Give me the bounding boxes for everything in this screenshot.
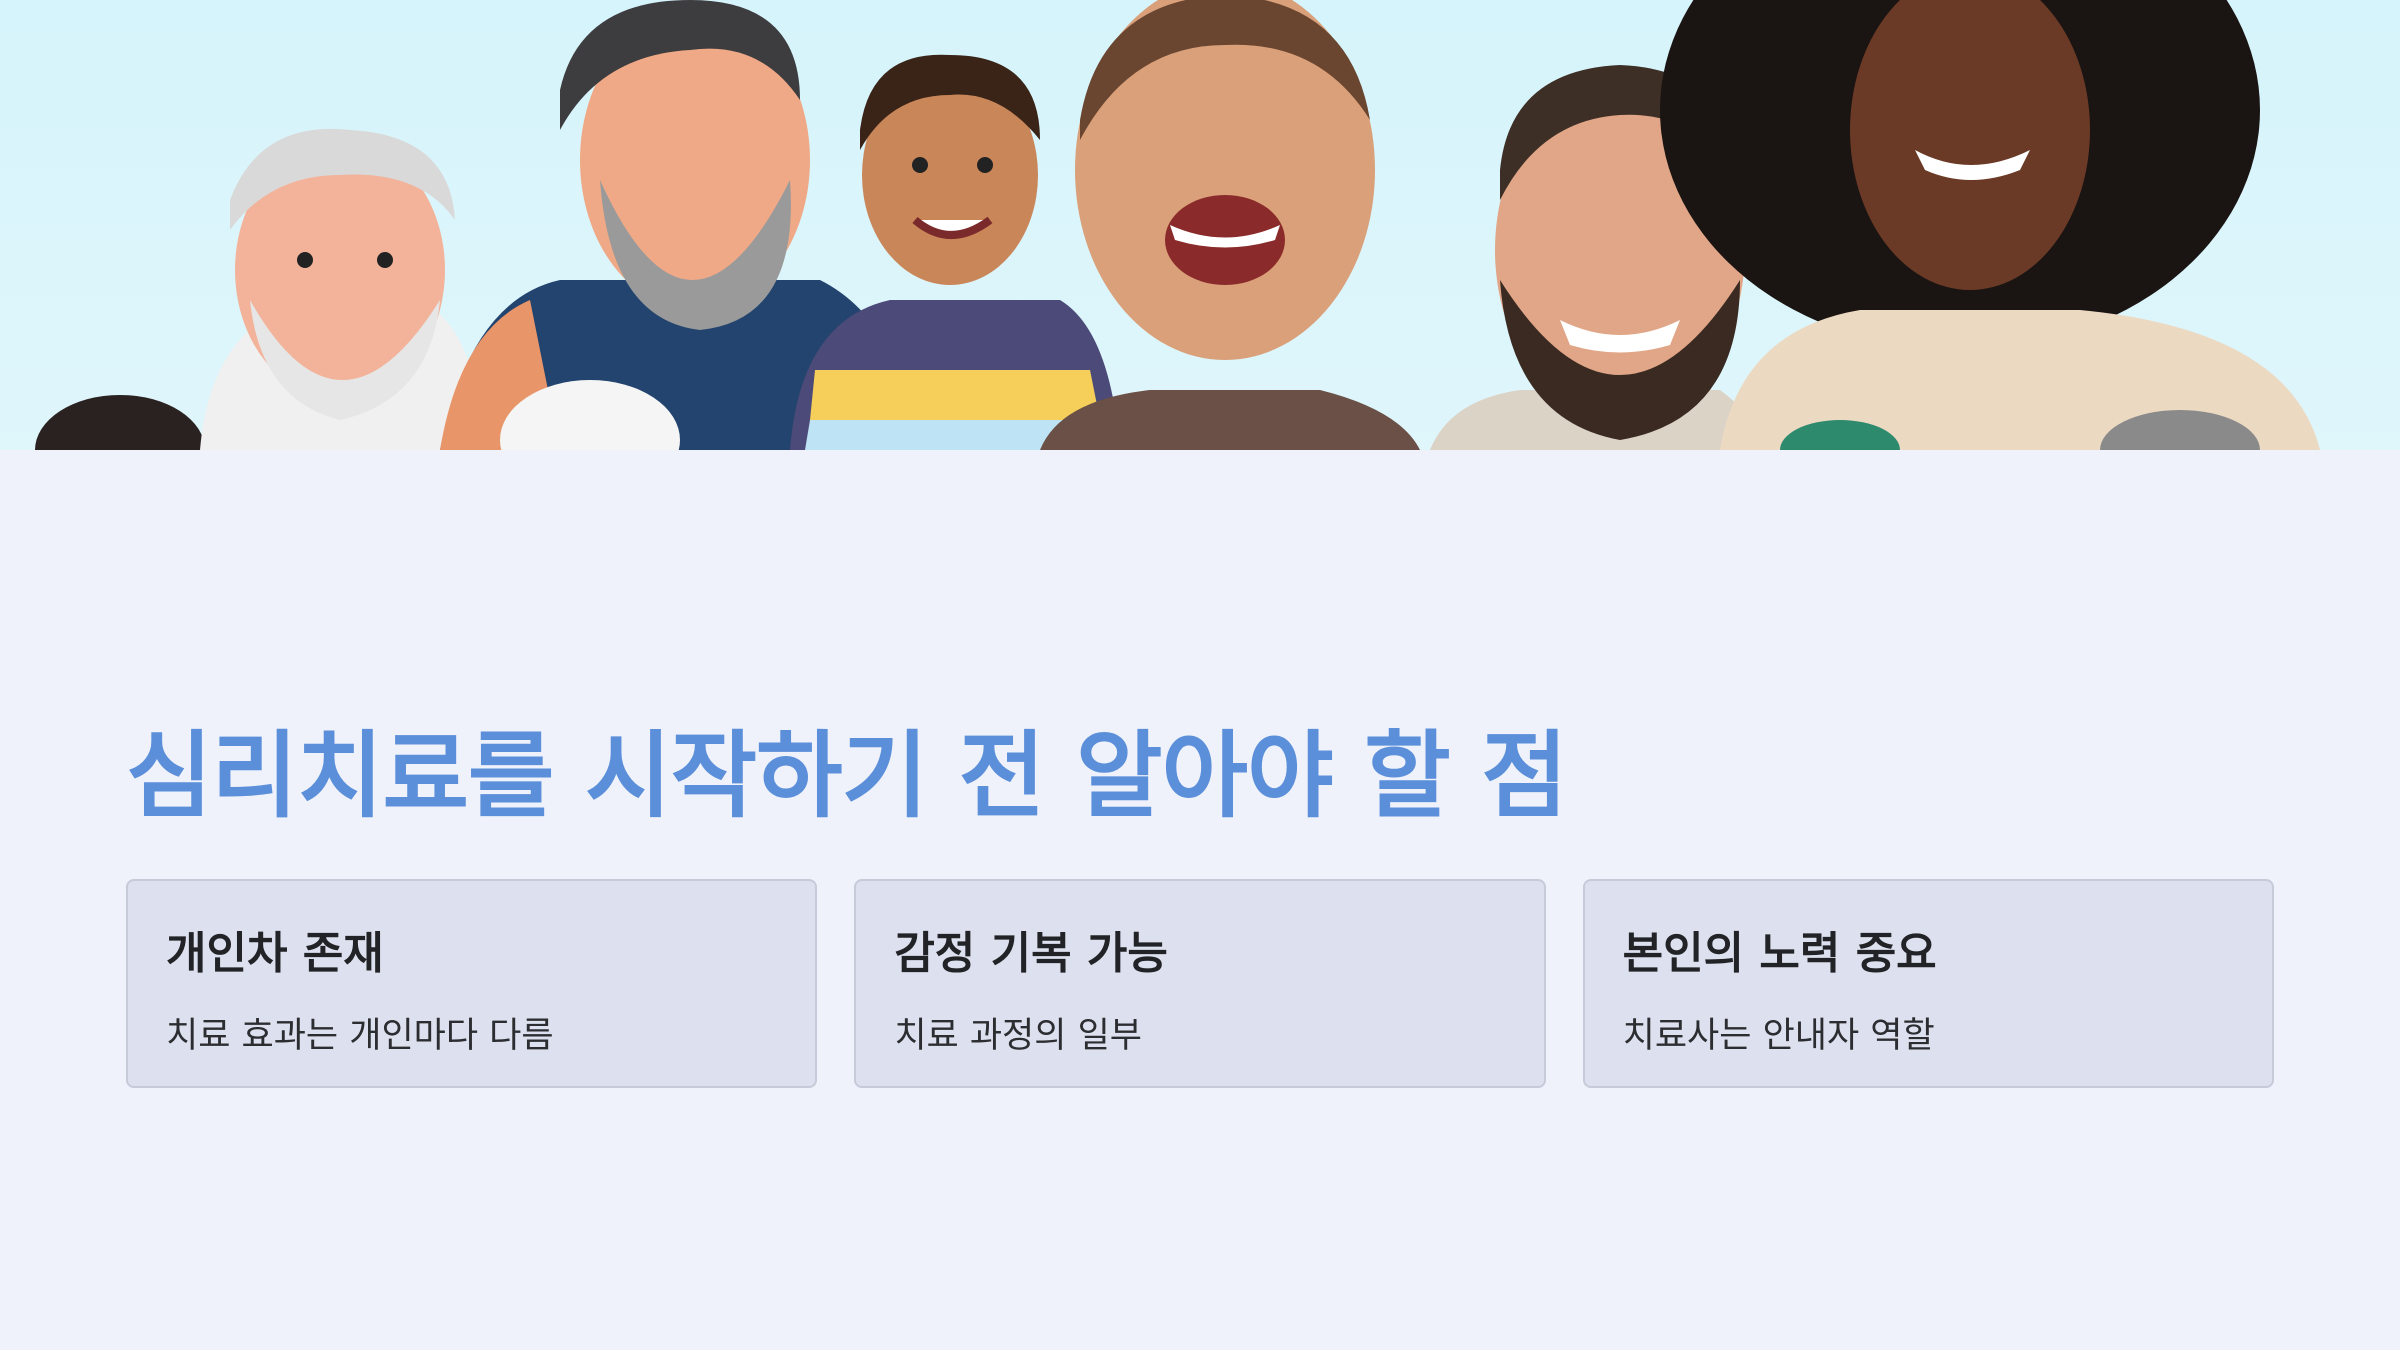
page-title: 심리치료를 시작하기 전 알아야 할 점 [126, 722, 1568, 831]
card-emotional-fluctuation: 감정 기복 가능 치료 과정의 일부 [854, 879, 1546, 1088]
card-individual-difference: 개인차 존재 치료 효과는 개인마다 다름 [126, 879, 818, 1088]
group-of-people-icon [35, 0, 2320, 450]
people-banner-image [0, 0, 2400, 450]
card-title: 개인차 존재 [166, 928, 384, 979]
card-row: 개인차 존재 치료 효과는 개인마다 다름 감정 기복 가능 치료 과정의 일부… [126, 879, 2274, 1088]
card-personal-effort: 본인의 노력 중요 치료사는 안내자 역할 [1582, 879, 2274, 1088]
card-title: 본인의 노력 중요 [1622, 928, 1937, 979]
card-description: 치료 효과는 개인마다 다름 [166, 1016, 554, 1056]
card-description: 치료사는 안내자 역할 [1622, 1016, 1935, 1056]
card-title: 감정 기복 가능 [894, 928, 1168, 979]
card-description: 치료 과정의 일부 [894, 1016, 1142, 1056]
slide: 심리치료를 시작하기 전 알아야 할 점 개인차 존재 치료 효과는 개인마다 … [0, 0, 2400, 1350]
